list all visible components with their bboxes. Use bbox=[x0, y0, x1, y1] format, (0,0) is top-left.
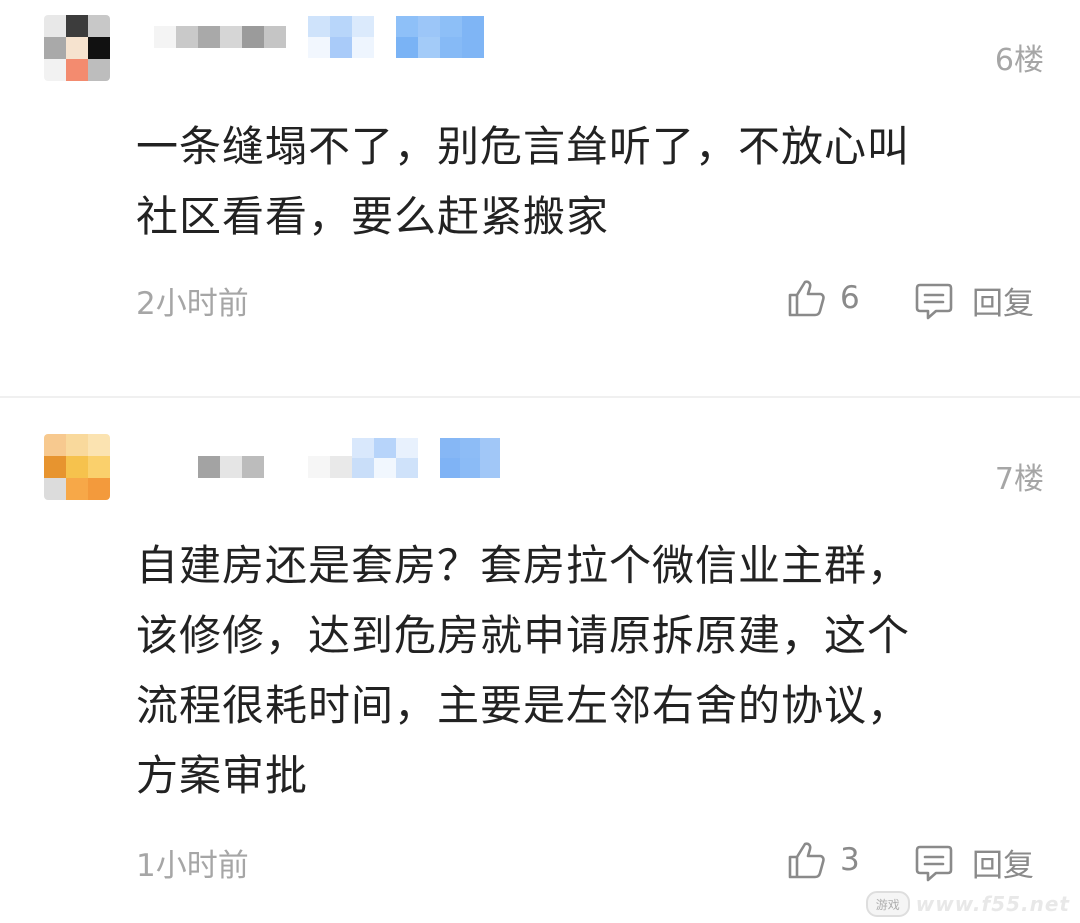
avatar[interactable] bbox=[44, 434, 110, 500]
comment-content: 一条缝塌不了，别危言耸听了，不放心叫 社区看看，要么赶紧搬家 bbox=[136, 112, 996, 252]
comment-line: 社区看看，要么赶紧搬家 bbox=[136, 192, 610, 241]
comment-time: 2小时前 bbox=[136, 286, 249, 322]
user-badge-blurred bbox=[308, 16, 374, 58]
site-watermark: 游戏 www.f55.net bbox=[865, 891, 1070, 917]
comment-line: 一条缝塌不了，别危言耸听了，不放心叫 bbox=[136, 122, 911, 171]
like-count: 6 bbox=[840, 280, 860, 316]
floor-number: 7楼 bbox=[994, 462, 1044, 497]
comment-7: 7楼 自建房还是套房？套房拉个微信业主群， 该修修，达到危房就申请原拆原建，这个… bbox=[0, 398, 1080, 923]
comment-icon bbox=[915, 283, 953, 319]
comment-content: 自建房还是套房？套房拉个微信业主群， 该修修，达到危房就申请原拆原建，这个 流程… bbox=[136, 531, 996, 811]
avatar-pixel bbox=[66, 456, 88, 478]
username-blurred[interactable] bbox=[154, 16, 286, 58]
avatar-pixel bbox=[66, 434, 88, 456]
avatar-pixel bbox=[44, 15, 66, 37]
avatar-pixel bbox=[44, 37, 66, 59]
reply-label: 回复 bbox=[972, 286, 1034, 322]
avatar[interactable] bbox=[44, 15, 110, 81]
like-count: 3 bbox=[840, 842, 860, 878]
thumbs-up-icon bbox=[788, 842, 825, 879]
watermark-badge: 游戏 bbox=[865, 891, 910, 917]
avatar-pixel bbox=[44, 434, 66, 456]
avatar-pixel bbox=[66, 478, 88, 500]
comment-line: 该修修，达到危房就申请原拆原建，这个 bbox=[136, 611, 911, 660]
avatar-pixel bbox=[88, 59, 110, 81]
avatar-pixel bbox=[44, 456, 66, 478]
avatar-pixel bbox=[66, 59, 88, 81]
user-badge-blurred bbox=[396, 16, 484, 58]
floor-number: 6楼 bbox=[994, 43, 1044, 78]
comment-line: 自建房还是套房？套房拉个微信业主群， bbox=[136, 541, 911, 590]
avatar-pixel bbox=[88, 434, 110, 456]
avatar-pixel bbox=[66, 15, 88, 37]
avatar-pixel bbox=[44, 59, 66, 81]
avatar-pixel bbox=[88, 478, 110, 500]
avatar-pixel bbox=[88, 37, 110, 59]
reply-button[interactable]: 回复 bbox=[914, 278, 1034, 323]
thumbs-up-icon bbox=[788, 280, 825, 317]
user-badge-blurred bbox=[352, 438, 418, 478]
reply-label: 回复 bbox=[972, 848, 1034, 884]
comment-line: 流程很耗时间，主要是左邻右舍的协议， bbox=[136, 681, 911, 730]
comment-time: 1小时前 bbox=[136, 848, 249, 884]
avatar-pixel bbox=[88, 456, 110, 478]
like-button[interactable]: 6 bbox=[786, 278, 860, 318]
avatar-pixel bbox=[44, 478, 66, 500]
reply-button[interactable]: 回复 bbox=[914, 840, 1034, 885]
avatar-pixel bbox=[66, 37, 88, 59]
avatar-pixel bbox=[88, 15, 110, 37]
comment-6: 6楼 一条缝塌不了，别危言耸听了，不放心叫 社区看看，要么赶紧搬家 2小时前 6… bbox=[0, 0, 1080, 396]
comment-line: 方案审批 bbox=[136, 751, 309, 800]
username-blurred[interactable] bbox=[198, 446, 352, 488]
user-badge-blurred bbox=[440, 438, 500, 478]
watermark-text: www.f55.net bbox=[915, 892, 1070, 916]
comment-icon bbox=[915, 845, 953, 881]
like-button[interactable]: 3 bbox=[786, 840, 860, 880]
